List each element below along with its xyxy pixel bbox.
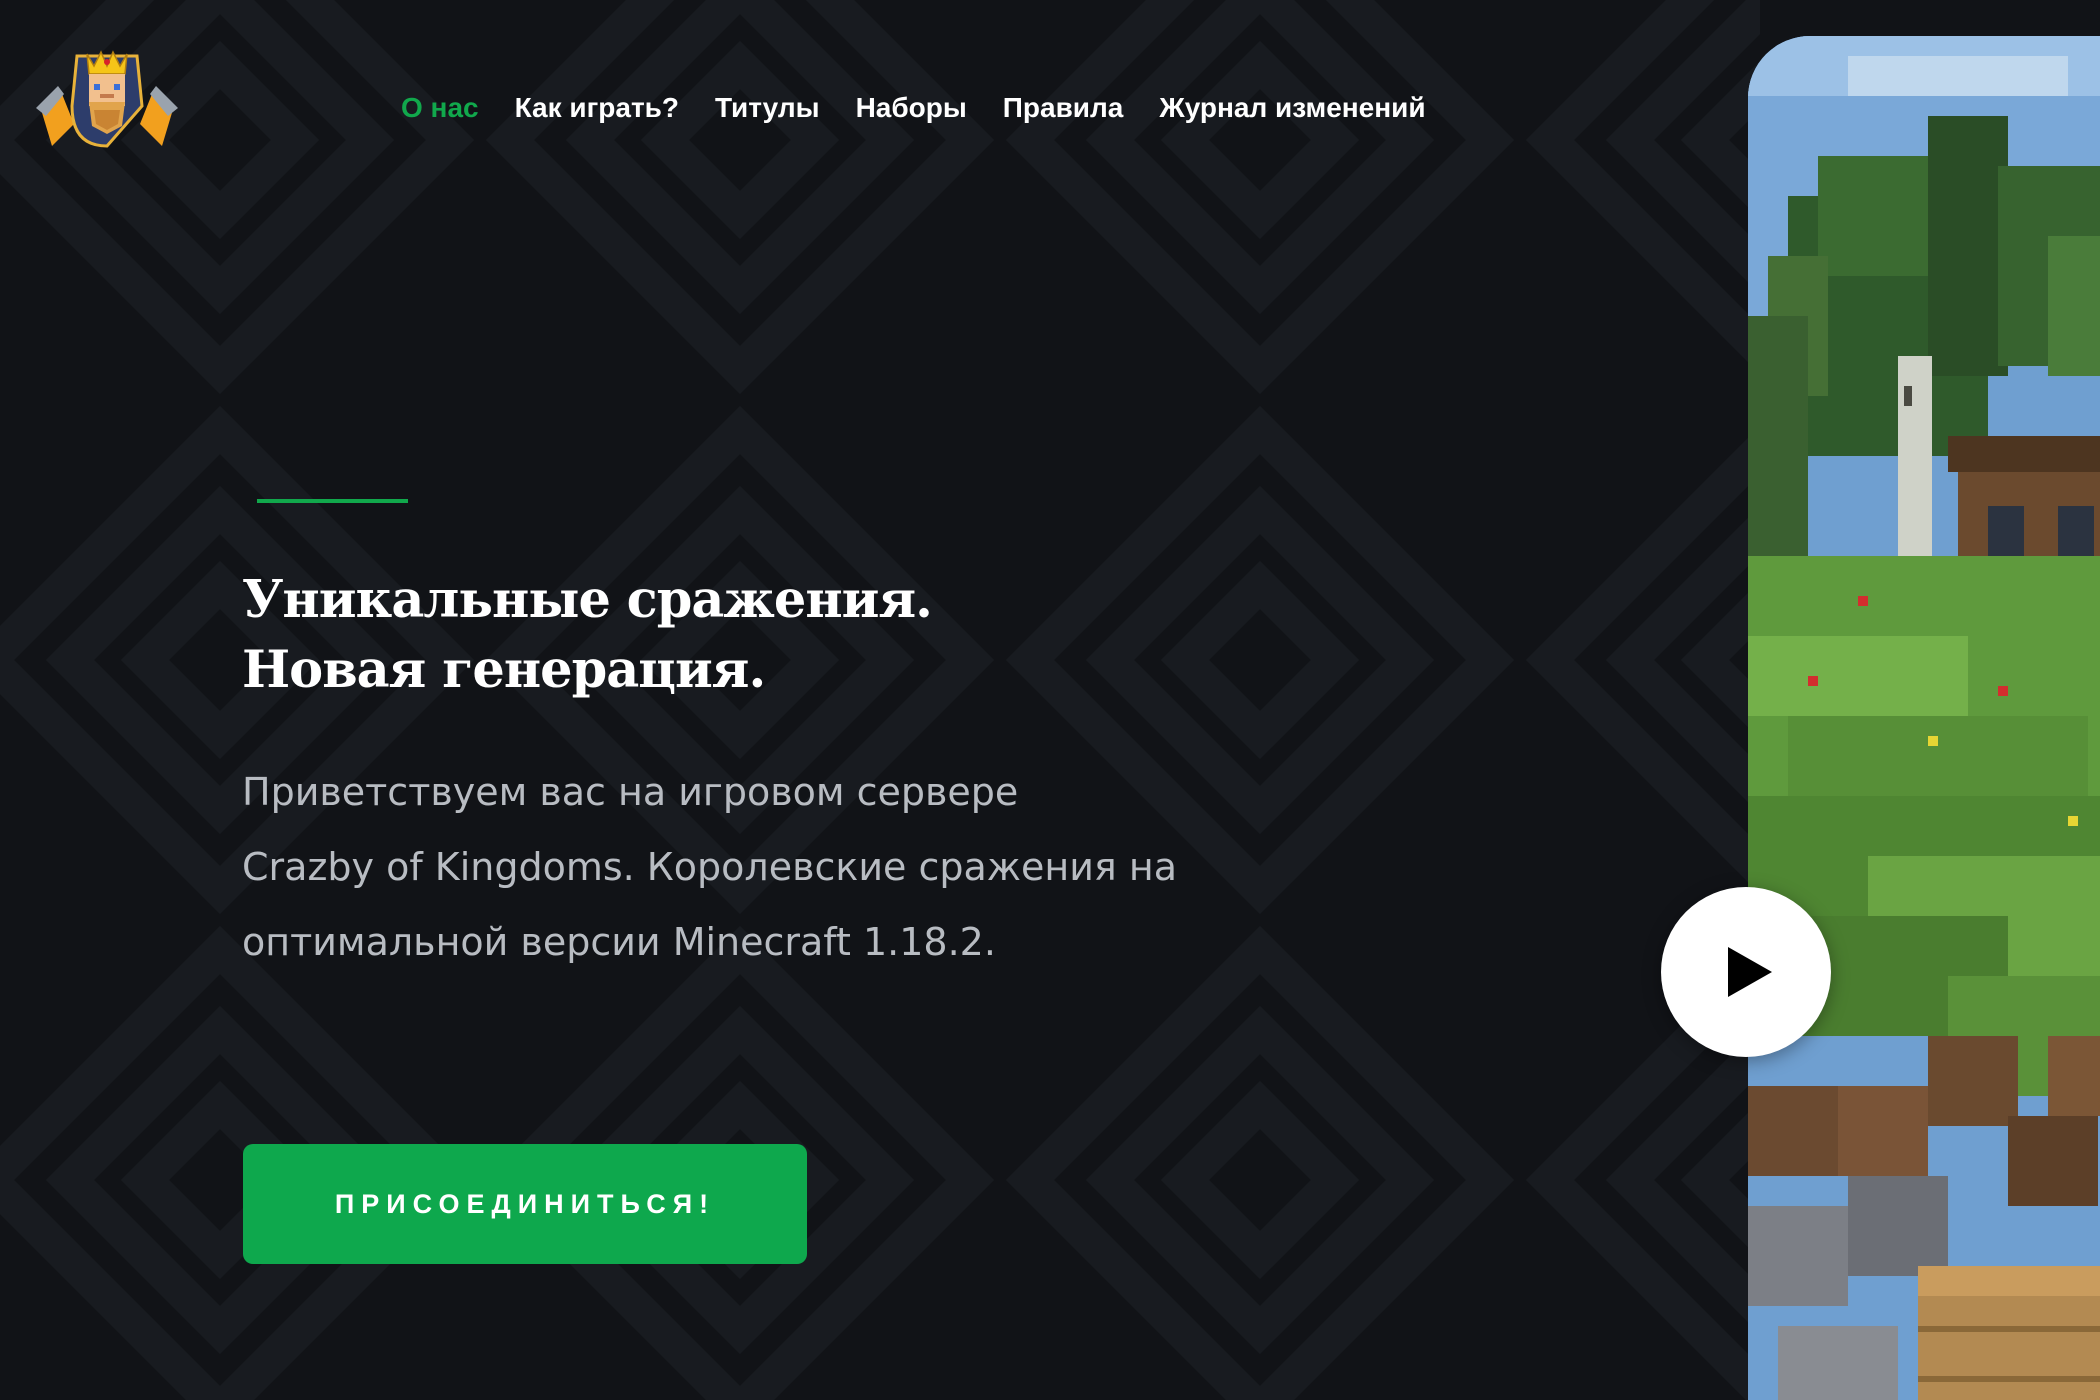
play-icon [1728, 947, 1772, 997]
minecraft-landscape-image [1748, 36, 2100, 1400]
play-button[interactable] [1661, 887, 1831, 1057]
kingdom-shield-logo-icon [36, 50, 178, 148]
hero-description-line: Crazby of Kingdoms. Королевские сражения… [242, 845, 1177, 889]
hero-title-line: Уникальные сражения. [242, 570, 933, 630]
nav-link-about[interactable]: О нас [401, 88, 479, 128]
hero-description-line: Приветствуем вас на игровом сервере [242, 770, 1019, 814]
nav-link-rules[interactable]: Правила [1003, 88, 1124, 128]
video-preview[interactable] [1748, 36, 2100, 1400]
main-nav: О нас Как играть? Титулы Наборы Правила … [401, 88, 1462, 128]
hero-title: Уникальные сражения. Новая генерация. [242, 565, 1242, 705]
nav-link-kits[interactable]: Наборы [856, 88, 967, 128]
page: О нас Как играть? Титулы Наборы Правила … [0, 0, 2100, 1400]
accent-divider [257, 499, 408, 503]
join-button[interactable]: ПРИСОЕДИНИТЬСЯ! [243, 1144, 807, 1264]
nav-link-changelog[interactable]: Журнал изменений [1159, 88, 1425, 128]
nav-link-titles[interactable]: Титулы [715, 88, 820, 128]
hero-description: Приветствуем вас на игровом сервере Craz… [242, 755, 1252, 980]
nav-link-how-to-play[interactable]: Как играть? [515, 88, 679, 128]
hero-title-line: Новая генерация. [242, 640, 766, 700]
site-logo[interactable] [32, 46, 182, 152]
hero-description-line: оптимальной версии Minecraft 1.18.2. [242, 920, 996, 964]
